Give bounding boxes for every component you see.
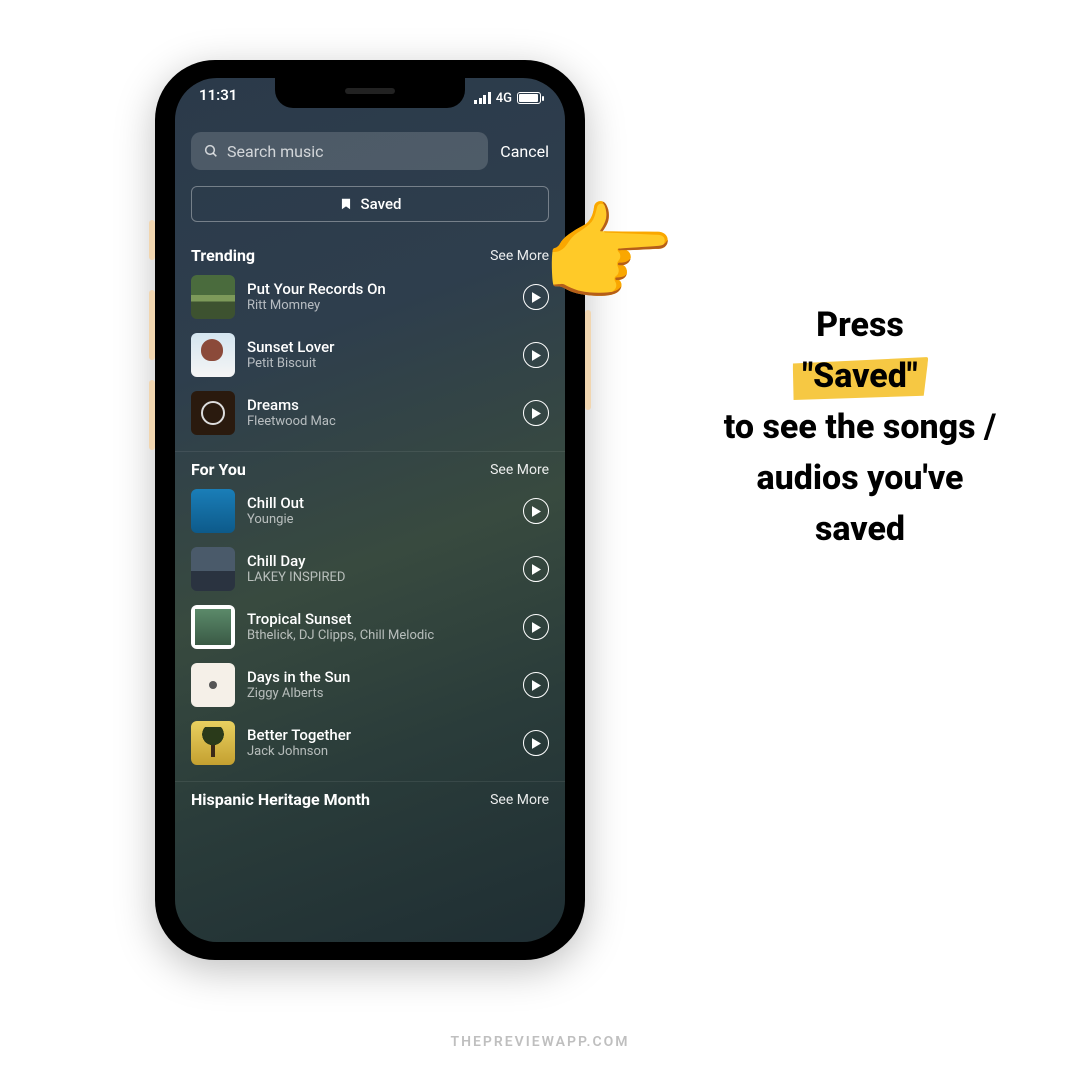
status-time: 11:31 — [199, 86, 237, 110]
instruction-line: to see the songs / audios you've saved — [724, 407, 997, 549]
saved-button[interactable]: Saved — [191, 186, 549, 222]
album-art — [191, 391, 235, 435]
track-title: Chill Out — [247, 494, 511, 512]
track-row[interactable]: Tropical Sunset Bthelick, DJ Clipps, Chi… — [191, 605, 549, 649]
track-title: Better Together — [247, 726, 511, 744]
album-art — [191, 721, 235, 765]
track-title: Put Your Records On — [247, 280, 511, 298]
play-button[interactable] — [523, 614, 549, 640]
track-artist: Ritt Momney — [247, 298, 511, 315]
track-row[interactable]: Sunset Lover Petit Biscuit — [191, 333, 549, 377]
search-input[interactable]: Search music — [191, 132, 488, 170]
play-button[interactable] — [523, 672, 549, 698]
track-row[interactable]: Days in the Sun Ziggy Alberts — [191, 663, 549, 707]
track-artist: Youngie — [247, 512, 511, 529]
instruction-highlight: "Saved" — [800, 351, 919, 402]
section-title: Trending — [191, 246, 255, 265]
phone-side-button — [149, 290, 155, 360]
footer-brand: THEPREVIEWAPP.COM — [0, 1034, 1080, 1050]
phone-side-button — [149, 380, 155, 450]
track-row[interactable]: Better Together Jack Johnson — [191, 721, 549, 765]
album-art — [191, 489, 235, 533]
play-button[interactable] — [523, 498, 549, 524]
album-art — [191, 605, 235, 649]
instruction-text: Press "Saved" to see the songs / audios … — [720, 300, 1000, 555]
play-button[interactable] — [523, 400, 549, 426]
track-artist: Jack Johnson — [247, 744, 511, 761]
battery-icon — [517, 92, 541, 104]
play-button[interactable] — [523, 556, 549, 582]
phone-screen: 11:31 4G Search music Cancel — [175, 78, 565, 942]
track-title: Dreams — [247, 396, 511, 414]
track-row[interactable]: Put Your Records On Ritt Momney — [191, 275, 549, 319]
instruction-line: Press — [816, 305, 904, 345]
signal-icon — [474, 92, 491, 104]
track-artist: Fleetwood Mac — [247, 414, 511, 431]
phone-side-button — [149, 220, 155, 260]
album-art — [191, 663, 235, 707]
track-title: Sunset Lover — [247, 338, 511, 356]
search-placeholder: Search music — [227, 142, 324, 161]
play-button[interactable] — [523, 342, 549, 368]
track-row[interactable]: Dreams Fleetwood Mac — [191, 391, 549, 435]
track-row[interactable]: Chill Out Youngie — [191, 489, 549, 533]
saved-button-label: Saved — [361, 195, 402, 213]
track-artist: Petit Biscuit — [247, 356, 511, 373]
play-button[interactable] — [523, 730, 549, 756]
see-more-link[interactable]: See More — [490, 462, 549, 478]
album-art — [191, 547, 235, 591]
search-icon — [203, 143, 219, 159]
section-title: Hispanic Heritage Month — [191, 790, 370, 809]
track-title: Tropical Sunset — [247, 610, 511, 628]
track-row[interactable]: Chill Day LAKEY INSPIRED — [191, 547, 549, 591]
track-title: Chill Day — [247, 552, 511, 570]
track-artist: Ziggy Alberts — [247, 686, 511, 703]
section-divider — [175, 781, 565, 782]
pointing-hand-icon: 👈 — [540, 200, 680, 340]
section-divider — [175, 451, 565, 452]
phone-frame: 11:31 4G Search music Cancel — [155, 60, 585, 960]
see-more-link[interactable]: See More — [490, 792, 549, 808]
album-art — [191, 333, 235, 377]
section-title: For You — [191, 460, 246, 479]
cancel-button[interactable]: Cancel — [500, 142, 549, 161]
status-network: 4G — [496, 91, 512, 106]
bookmark-icon — [339, 196, 353, 212]
album-art — [191, 275, 235, 319]
track-artist: Bthelick, DJ Clipps, Chill Melodic — [247, 628, 511, 645]
track-artist: LAKEY INSPIRED — [247, 570, 511, 587]
phone-notch — [275, 78, 465, 108]
track-title: Days in the Sun — [247, 668, 511, 686]
